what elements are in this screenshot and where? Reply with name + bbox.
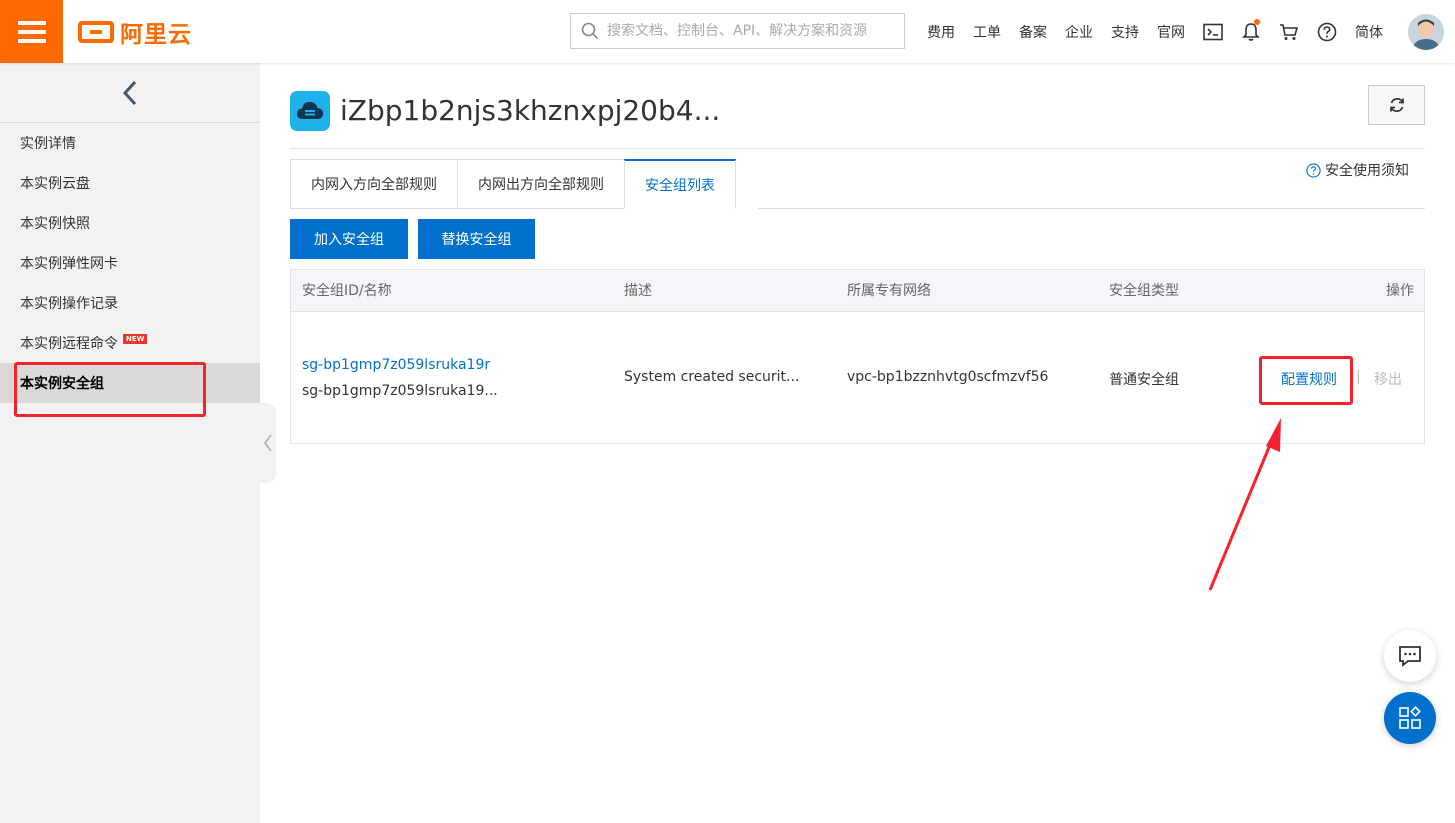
search-icon	[581, 22, 599, 40]
sidebar-item-security-groups[interactable]: 本实例安全组	[0, 363, 260, 403]
new-badge: NEW	[123, 334, 148, 344]
security-group-id-link[interactable]: sg-bp1gmp7z059lsruka19r	[302, 357, 490, 373]
apps-button[interactable]	[1384, 692, 1436, 744]
aliyun-logo[interactable]: 阿里云	[78, 18, 192, 48]
nav-tickets[interactable]: 工单	[964, 22, 1010, 42]
question-circle-icon	[1306, 162, 1321, 178]
chat-button[interactable]	[1384, 630, 1436, 682]
sidebar-item-snapshots[interactable]: 本实例快照	[0, 203, 260, 243]
terminal-icon[interactable]	[1194, 0, 1232, 63]
column-header-id-name: 安全组ID/名称	[302, 283, 392, 299]
nav-icp[interactable]: 备案	[1010, 22, 1056, 42]
security-group-type: 普通安全组	[1109, 372, 1179, 388]
sidebar-item-label: 本实例安全组	[20, 376, 104, 392]
security-notice-label: 安全使用须知	[1325, 163, 1409, 179]
help-icon[interactable]	[1308, 0, 1346, 63]
nav-enterprise[interactable]: 企业	[1056, 22, 1102, 42]
sidebar-item-operation-logs[interactable]: 本实例操作记录	[0, 283, 260, 323]
security-group-vpc: vpc-bp1bzznhvtg0scfmzvf56	[847, 369, 1049, 385]
search-input[interactable]	[607, 23, 897, 39]
sidebar-item-label: 本实例远程命令	[20, 336, 118, 352]
tab-underline	[758, 208, 1425, 209]
menu-icon[interactable]	[0, 0, 63, 63]
join-security-group-button[interactable]: 加入安全组	[290, 219, 408, 259]
column-header-type: 安全组类型	[1109, 283, 1179, 299]
refresh-button[interactable]	[1368, 85, 1425, 125]
column-header-vpc: 所属专有网络	[847, 283, 931, 299]
sidebar-item-label: 实例详情	[20, 136, 76, 152]
sidebar-item-eni[interactable]: 本实例弹性网卡	[0, 243, 260, 283]
configure-rules-link[interactable]: 配置规则	[1281, 369, 1337, 389]
security-notice-link[interactable]: 安全使用须知	[1306, 160, 1409, 180]
sidebar-item-remote-commands[interactable]: 本实例远程命令 NEW	[0, 323, 260, 363]
header-divider	[290, 148, 1425, 149]
security-group-table: 安全组ID/名称 描述 所属专有网络 安全组类型 操作 sg-bp1gmp7z0…	[290, 269, 1425, 444]
back-button[interactable]	[0, 63, 260, 123]
sidebar-item-instance-details[interactable]: 实例详情	[0, 123, 260, 163]
language-switch[interactable]: 简体	[1346, 22, 1392, 42]
logo-mark	[78, 21, 114, 43]
bell-icon[interactable]	[1232, 0, 1270, 63]
table-row: sg-bp1gmp7z059lsruka19r sg-bp1gmp7z059ls…	[291, 312, 1424, 443]
table-header: 安全组ID/名称 描述 所属专有网络 安全组类型 操作	[291, 270, 1424, 312]
tab-outbound-rules[interactable]: 内网出方向全部规则	[457, 159, 625, 209]
top-bar: 阿里云 费用 工单 备案 企业 支持 官网 简体	[0, 0, 1455, 63]
sidebar-item-disks[interactable]: 本实例云盘	[0, 163, 260, 203]
action-separator: |	[1356, 369, 1361, 385]
sidebar: 实例详情 本实例云盘 本实例快照 本实例弹性网卡 本实例操作记录 本实例远程命令…	[0, 63, 260, 823]
top-nav: 费用 工单 备案 企业 支持 官网 简体	[918, 0, 1444, 63]
sidebar-collapse-toggle[interactable]	[260, 403, 276, 483]
chat-icon	[1399, 646, 1421, 667]
cart-icon[interactable]	[1270, 0, 1308, 63]
tab-inbound-rules[interactable]: 内网入方向全部规则	[290, 159, 458, 209]
search-box[interactable]	[570, 13, 905, 49]
remove-link[interactable]: 移出	[1374, 369, 1402, 389]
tab-bar: 内网入方向全部规则 内网出方向全部规则 安全组列表	[290, 159, 736, 209]
tab-security-group-list[interactable]: 安全组列表	[624, 159, 736, 209]
sidebar-item-label: 本实例云盘	[20, 176, 90, 192]
replace-security-group-button[interactable]: 替换安全组	[418, 219, 535, 259]
sidebar-item-label: 本实例快照	[20, 216, 90, 232]
nav-fees[interactable]: 费用	[918, 22, 964, 42]
nav-support[interactable]: 支持	[1102, 22, 1148, 42]
security-group-name: sg-bp1gmp7z059lsruka19...	[302, 383, 498, 399]
notification-dot	[1254, 19, 1260, 25]
logo-text: 阿里云	[120, 22, 192, 48]
page-title: iZbp1b2njs3khznxpj20b4...	[340, 94, 721, 127]
nav-official-site[interactable]: 官网	[1148, 22, 1194, 42]
sidebar-item-label: 本实例弹性网卡	[20, 256, 118, 272]
column-header-description: 描述	[624, 283, 652, 299]
security-group-description: System created securit...	[624, 369, 800, 385]
apps-grid-icon	[1399, 706, 1421, 729]
instance-icon	[290, 91, 330, 131]
refresh-icon	[1389, 98, 1404, 112]
avatar[interactable]	[1408, 13, 1444, 50]
chevron-left-icon	[122, 80, 137, 105]
chevron-left-icon	[264, 434, 272, 452]
column-header-actions: 操作	[1386, 283, 1414, 299]
sidebar-item-label: 本实例操作记录	[20, 296, 118, 312]
